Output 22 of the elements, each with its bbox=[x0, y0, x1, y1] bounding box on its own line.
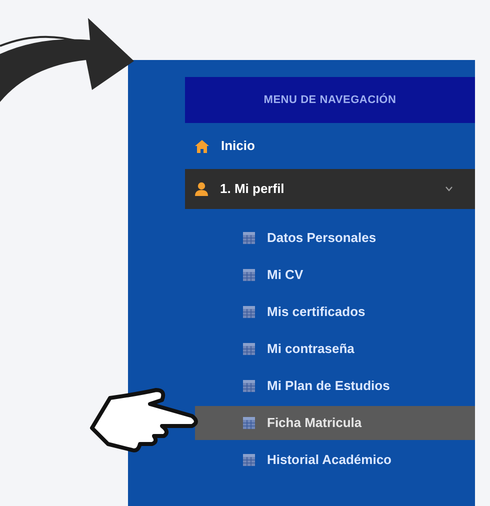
calendar-icon bbox=[243, 417, 255, 429]
home-icon bbox=[195, 140, 209, 152]
menu-item[interactable]: Inicio bbox=[185, 126, 475, 166]
menu-item[interactable]: 1. Mi perfil bbox=[185, 169, 475, 209]
pointing-hand-icon bbox=[88, 388, 200, 454]
submenu-item[interactable]: Mi CV bbox=[195, 258, 475, 292]
calendar-icon bbox=[243, 380, 255, 392]
chevron-down-icon bbox=[445, 186, 453, 192]
submenu-item[interactable]: Mis certificados bbox=[195, 295, 475, 329]
menu-title: MENU DE NAVEGACIÓN bbox=[264, 92, 396, 108]
calendar-icon bbox=[243, 306, 255, 318]
calendar-icon bbox=[243, 454, 255, 466]
calendar-icon bbox=[243, 269, 255, 281]
submenu-item[interactable]: Mi Plan de Estudios bbox=[195, 369, 475, 403]
calendar-icon bbox=[243, 343, 255, 355]
curved-arrow-icon bbox=[0, 16, 134, 102]
submenu-item[interactable]: Historial Académico bbox=[195, 443, 475, 477]
submenu-item[interactable]: Ficha Matricula bbox=[195, 406, 475, 440]
submenu-item[interactable]: Datos Personales bbox=[195, 221, 475, 255]
calendar-icon bbox=[243, 232, 255, 244]
user-icon bbox=[195, 182, 208, 196]
submenu-item[interactable]: Mi contraseña bbox=[195, 332, 475, 366]
